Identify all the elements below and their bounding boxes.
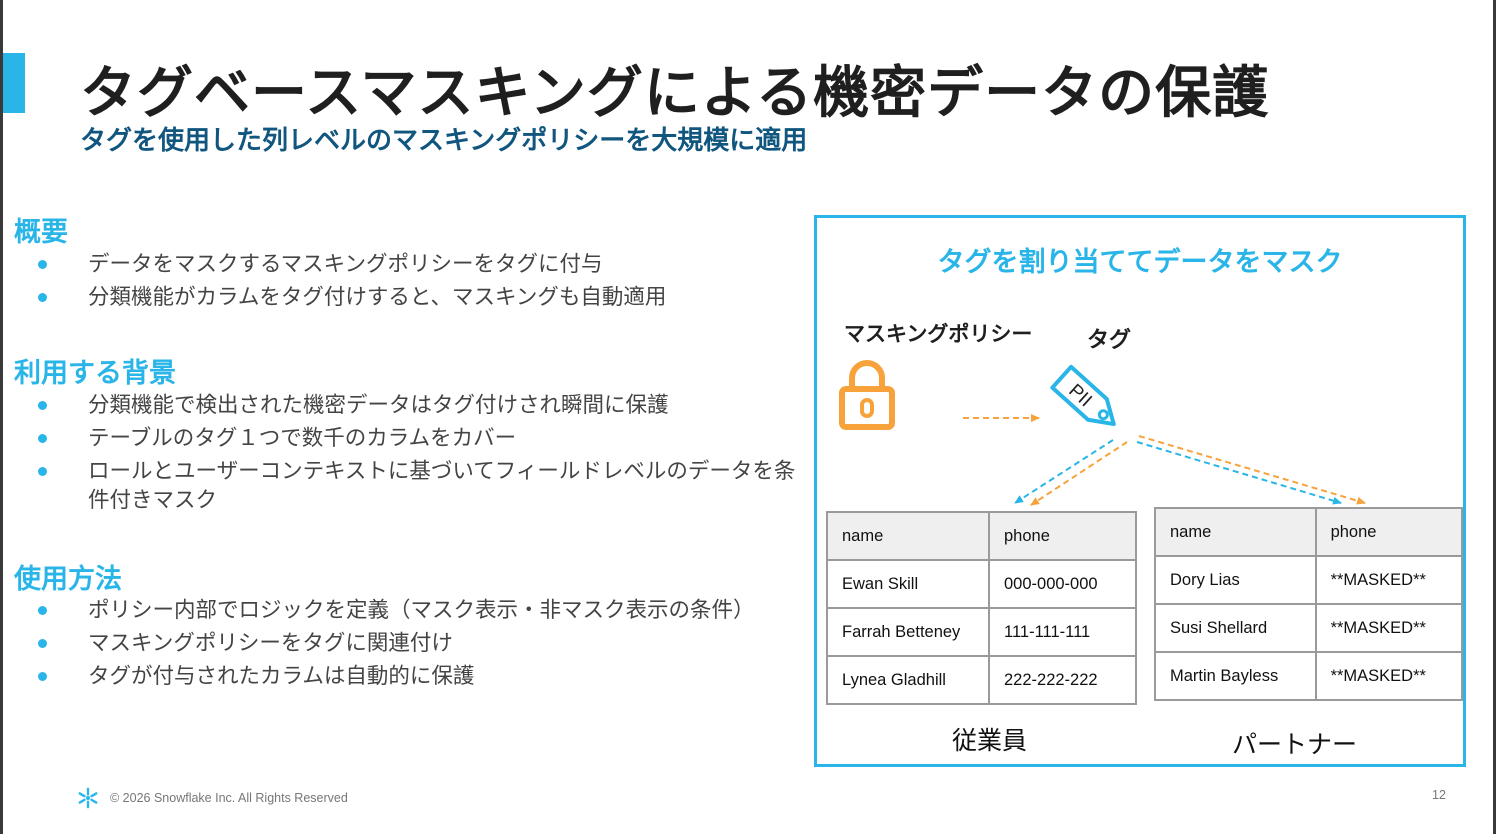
- page-number: 12: [1432, 788, 1446, 802]
- name-cell: Ewan Skill: [826, 559, 990, 609]
- name-cell: Martin Bayless: [1154, 651, 1317, 701]
- phone-cell: 111-111-111: [988, 607, 1137, 657]
- bullet-text: ポリシー内部でロジックを定義（マスク表示・非マスク表示の条件）: [88, 598, 755, 623]
- table-header-row: name phone: [1154, 507, 1464, 557]
- background-bullet-list: 分類機能で検出された機密データはタグ付けされ瞬間に保護 テーブルのタグ１つで数千…: [0, 391, 796, 519]
- phone-cell: **MASKED**: [1314, 651, 1464, 701]
- bullet-item: データをマスクするマスキングポリシーをタグに付与: [0, 250, 796, 279]
- phone-cell: 000-000-000: [988, 559, 1137, 609]
- table-row: Martin Bayless **MASKED**: [1154, 651, 1464, 701]
- bullet-text: マスキングポリシーをタグに関連付け: [88, 631, 453, 656]
- bullet-text: テーブルのタグ１つで数千のカラムをカバー: [88, 426, 517, 451]
- bullet-item: マスキングポリシーをタグに関連付け: [0, 629, 796, 658]
- bullet-item: ロールとユーザーコンテキストに基づいてフィールドレベルのデータを条件付きマスク: [0, 457, 796, 515]
- bullet-item: テーブルのタグ１つで数千のカラムをカバー: [0, 424, 796, 453]
- bullet-item: 分類機能がカラムをタグ付けすると、マスキングも自動適用: [0, 283, 796, 312]
- table-row: Susi Shellard **MASKED**: [1154, 603, 1464, 653]
- tag-to-employees-arrows: [1014, 439, 1128, 506]
- employees-table: name phone Ewan Skill 000-000-000 Farrah…: [826, 511, 1137, 705]
- header-cell-name: name: [826, 511, 990, 561]
- overview-bullet-list: データをマスクするマスキングポリシーをタグに付与 分類機能がカラムをタグ付けする…: [0, 250, 796, 316]
- employees-caption: 従業員: [952, 726, 1028, 755]
- bullet-text: ロールとユーザーコンテキストに基づいてフィールドレベルのデータを条件付きマスク: [88, 459, 796, 513]
- name-cell: Farrah Betteney: [826, 607, 990, 657]
- name-cell: Susi Shellard: [1154, 603, 1317, 653]
- tag-label: タグ: [1087, 328, 1132, 353]
- bullet-text: データをマスクするマスキングポリシーをタグに付与: [88, 252, 603, 277]
- table-row: Ewan Skill 000-000-000: [826, 559, 1137, 609]
- phone-cell: **MASKED**: [1314, 555, 1464, 605]
- bullet-dot-icon: [38, 434, 47, 443]
- bullet-item: 分類機能で検出された機密データはタグ付けされ瞬間に保護: [0, 391, 796, 420]
- tag-icon: PII: [1050, 364, 1116, 427]
- bullet-dot-icon: [38, 639, 47, 648]
- slide-subtitle: タグを使用した列レベルのマスキングポリシーを大規模に適用: [80, 126, 808, 156]
- lock-icon: [839, 360, 895, 430]
- table-row: Lynea Gladhill 222-222-222: [826, 655, 1137, 705]
- diagram-title: タグを割り当ててデータをマスク: [937, 247, 1343, 278]
- name-cell: Dory Lias: [1154, 555, 1317, 605]
- section-heading-usage: 使用方法: [14, 564, 122, 595]
- header-cell-phone: phone: [988, 511, 1137, 561]
- phone-cell: **MASKED**: [1314, 603, 1464, 653]
- partners-table: name phone Dory Lias **MASKED** Susi She…: [1154, 507, 1464, 701]
- table-row: Dory Lias **MASKED**: [1154, 555, 1464, 605]
- section-heading-overview: 概要: [14, 217, 68, 248]
- partners-caption: パートナー: [1232, 730, 1358, 759]
- snowflake-icon: [78, 787, 98, 809]
- masking-diagram: タグを割り当ててデータをマスク マスキングポリシー タグ PII name ph…: [814, 215, 1466, 767]
- tag-text: PII: [1064, 380, 1095, 411]
- policy-label: マスキングポリシー: [844, 322, 1033, 346]
- name-cell: Lynea Gladhill: [826, 655, 990, 705]
- section-heading-background: 利用する背景: [14, 358, 176, 389]
- header-cell-phone: phone: [1314, 507, 1464, 557]
- bullet-text: タグが付与されたカラムは自動的に保護: [88, 664, 475, 689]
- slide-title: タグベースマスキングによる機密データの保護: [80, 61, 1270, 126]
- table-row: Farrah Betteney 111-111-111: [826, 607, 1137, 657]
- tag-to-partners-arrows: [1136, 435, 1366, 505]
- table-header-row: name phone: [826, 511, 1137, 561]
- bullet-text: 分類機能がカラムをタグ付けすると、マスキングも自動適用: [88, 285, 667, 310]
- bullet-dot-icon: [38, 260, 47, 269]
- phone-cell: 222-222-222: [988, 655, 1137, 705]
- bullet-dot-icon: [38, 606, 47, 615]
- title-accent-bar: [3, 53, 25, 113]
- bullet-dot-icon: [38, 672, 47, 681]
- bullet-item: タグが付与されたカラムは自動的に保護: [0, 662, 796, 691]
- footer-copyright: © 2026 Snowflake Inc. All Rights Reserve…: [110, 791, 348, 805]
- bullet-dot-icon: [38, 467, 47, 476]
- bullet-dot-icon: [38, 293, 47, 302]
- bullet-dot-icon: [38, 401, 47, 410]
- usage-bullet-list: ポリシー内部でロジックを定義（マスク表示・非マスク表示の条件） マスキングポリシ…: [0, 596, 796, 695]
- bullet-item: ポリシー内部でロジックを定義（マスク表示・非マスク表示の条件）: [0, 596, 796, 625]
- bullet-text: 分類機能で検出された機密データはタグ付けされ瞬間に保護: [88, 393, 669, 418]
- header-cell-name: name: [1154, 507, 1317, 557]
